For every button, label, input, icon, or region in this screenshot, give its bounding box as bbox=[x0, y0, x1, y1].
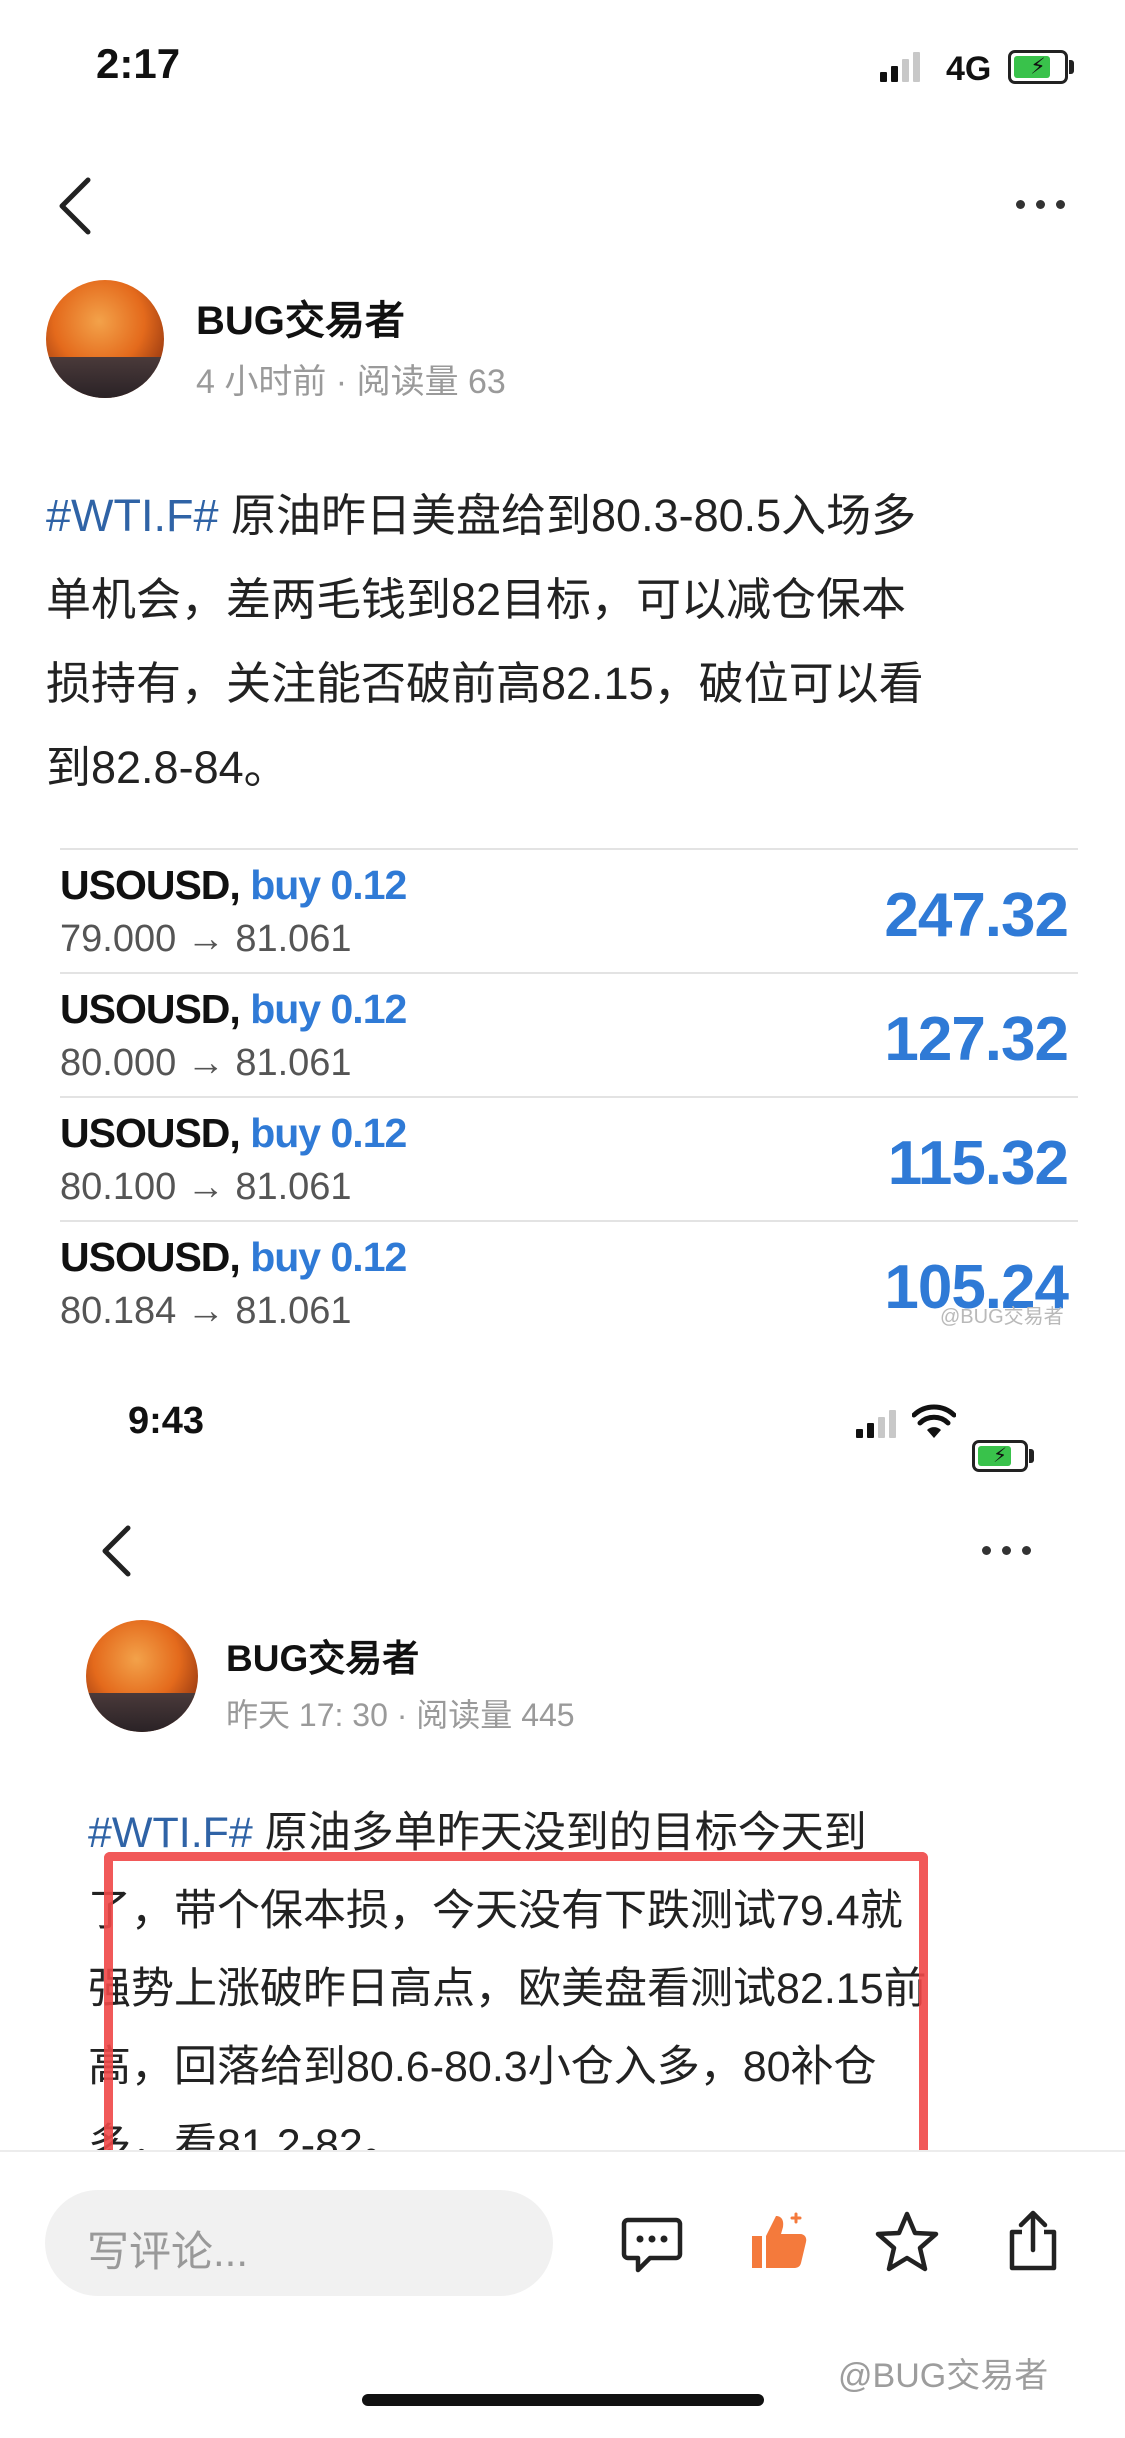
battery-icon: ⚡ bbox=[1008, 50, 1074, 84]
trade-profit: 247.32 bbox=[884, 881, 1069, 950]
status-time: 9:43 bbox=[128, 1400, 205, 1442]
comment-placeholder: 写评论... bbox=[87, 2228, 249, 2275]
post-meta: 昨天 17: 30 · 阅读量 445 bbox=[226, 1697, 575, 1733]
star-icon[interactable] bbox=[874, 2210, 940, 2274]
trade-row: USOUSD, buy 0.12 79.000 → 81.061 247.32 bbox=[60, 848, 1078, 974]
back-icon[interactable] bbox=[52, 174, 96, 238]
hashtag[interactable]: #WTI.F# bbox=[88, 1809, 253, 1857]
network-label: 4G bbox=[946, 50, 992, 88]
post-meta: 4 小时前 · 阅读量 63 bbox=[196, 363, 506, 401]
trade-profit: 127.32 bbox=[884, 1005, 1069, 1074]
battery-icon: ⚡ bbox=[972, 1440, 1034, 1472]
bottom-action-bar: 写评论... @BUG交易者 bbox=[0, 2150, 1125, 2438]
footer-watermark: @BUG交易者 bbox=[838, 2357, 1049, 2395]
post-line: #WTI.F# 原油昨日美盘给到80.3-80.5入场多 bbox=[46, 490, 917, 541]
comment-icon[interactable] bbox=[620, 2214, 684, 2276]
like-icon[interactable] bbox=[746, 2208, 812, 2274]
signal-icon bbox=[880, 52, 920, 82]
avatar[interactable] bbox=[86, 1620, 198, 1732]
post-line: 单机会，差两毛钱到82目标，可以减仓保本 bbox=[46, 574, 907, 625]
wifi-icon bbox=[912, 1404, 956, 1438]
author-name[interactable]: BUG交易者 bbox=[196, 288, 405, 346]
more-icon[interactable] bbox=[1016, 200, 1065, 209]
home-indicator[interactable] bbox=[362, 2394, 764, 2406]
share-icon[interactable] bbox=[1004, 2208, 1062, 2274]
trade-row: USOUSD, buy 0.12 80.184 → 81.061 105.24 bbox=[60, 1220, 1078, 1346]
post-line: 损持有，关注能否破前高82.15，破位可以看 bbox=[46, 658, 924, 709]
trade-row: USOUSD, buy 0.12 80.100 → 81.061 115.32 bbox=[60, 1096, 1078, 1222]
post-body: #WTI.F# 原油昨日美盘给到80.3-80.5入场多 单机会，差两毛钱到82… bbox=[46, 474, 1086, 810]
author-name[interactable]: BUG交易者 bbox=[226, 1628, 419, 1682]
hashtag[interactable]: #WTI.F# bbox=[46, 490, 219, 541]
image-watermark: @BUG交易者 bbox=[940, 1306, 1064, 1328]
status-time: 2:17 bbox=[96, 40, 181, 87]
signal-icon bbox=[856, 1410, 896, 1438]
post-line: 到82.8-84。 bbox=[46, 742, 289, 793]
avatar[interactable] bbox=[46, 280, 164, 398]
trade-profit: 115.32 bbox=[887, 1129, 1069, 1198]
comment-input[interactable]: 写评论... bbox=[45, 2190, 553, 2296]
more-icon[interactable] bbox=[982, 1546, 1031, 1555]
trade-row: USOUSD, buy 0.12 80.000 → 81.061 127.32 bbox=[60, 972, 1078, 1098]
back-icon[interactable] bbox=[96, 1522, 136, 1580]
highlight-box bbox=[104, 1852, 928, 2152]
